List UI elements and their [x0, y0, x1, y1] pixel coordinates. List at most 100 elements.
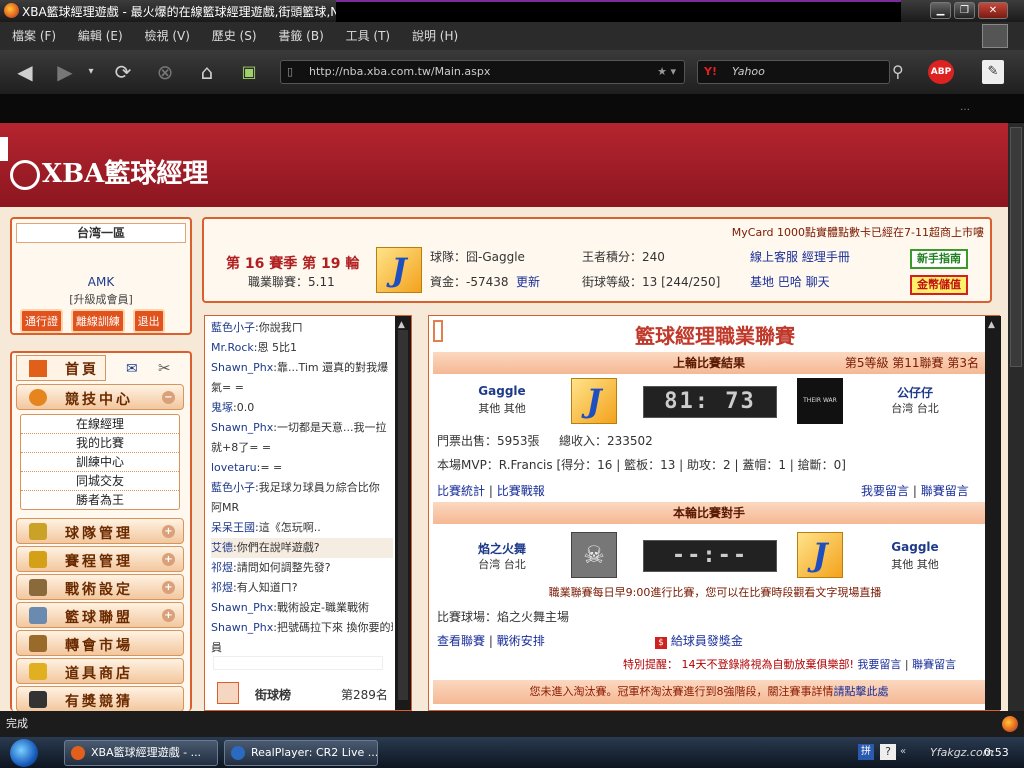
task-xba[interactable]: XBA籃球經理遊戲 - ... — [64, 740, 218, 766]
help-icon[interactable]: ? — [880, 744, 896, 760]
avatar[interactable] — [982, 24, 1008, 48]
chat-user[interactable]: Shawn_Phx — [211, 421, 273, 434]
back-icon[interactable]: ◀ — [10, 57, 40, 87]
tools-icon[interactable]: ✂ — [158, 359, 171, 377]
bookmarks-overflow-icon[interactable]: … — [960, 102, 970, 113]
expand-icon[interactable]: + — [162, 525, 175, 538]
site-logo[interactable]: XBA籃球經理 — [10, 153, 208, 190]
url-bar[interactable]: ▯ http://nba.xba.com.tw/Main.aspx ★ ▾ — [280, 60, 685, 84]
menu-shop[interactable]: 道具商店 — [16, 658, 184, 684]
close-button[interactable]: ✕ — [978, 2, 1008, 19]
page-scrollbar[interactable] — [1008, 123, 1024, 711]
warning-league-link[interactable]: 聯賽留言 — [912, 658, 956, 671]
menu-league[interactable]: 籃球聯盟 + — [16, 602, 184, 628]
home-team[interactable]: Gaggle — [465, 384, 539, 398]
scroll-up-icon[interactable]: ▲ — [398, 320, 405, 330]
chat-scrollbar[interactable]: ▲ — [395, 316, 411, 710]
minimize-button[interactable]: ▁ — [930, 2, 951, 19]
chat-user[interactable]: Shawn_Phx — [211, 601, 273, 614]
submenu-winner[interactable]: 勝者為王 — [21, 491, 179, 510]
reload-icon[interactable]: ⟳ — [108, 57, 138, 87]
chat-user[interactable]: Shawn_Phx — [211, 621, 273, 634]
expand-icon[interactable]: + — [162, 581, 175, 594]
bonus-link[interactable]: $ 給球員發獎金 — [655, 632, 743, 649]
stop-icon[interactable]: ⊗ — [150, 57, 180, 87]
menu-arena[interactable]: 競技中心 − — [16, 384, 184, 410]
submenu-friends[interactable]: 同城交友 — [21, 472, 179, 491]
chat-user[interactable]: Mr.Rock — [211, 341, 254, 354]
menu-team-manage[interactable]: 球隊管理 + — [16, 518, 184, 544]
notes-icon[interactable]: ✎ — [982, 60, 1004, 84]
community-links[interactable]: 基地 巴哈 聊天 — [750, 273, 830, 290]
start-button[interactable] — [0, 737, 56, 768]
offline-train-button[interactable]: 離線訓練 — [70, 309, 125, 333]
newbie-guide-button[interactable]: 新手指南 — [910, 249, 968, 269]
expand-icon[interactable]: + — [162, 609, 175, 622]
chat-user[interactable]: 藍色小子 — [211, 481, 255, 494]
search-input[interactable]: Y! Yahoo — [697, 60, 890, 84]
chat-input[interactable] — [213, 656, 383, 670]
menu-transfer[interactable]: 轉會市場 — [16, 630, 184, 656]
tactic-arrange-link[interactable]: 戰術安排 — [497, 634, 545, 648]
page-scroll-thumb[interactable] — [1010, 127, 1022, 367]
update-link[interactable]: 更新 — [516, 273, 540, 290]
gold-topup-button[interactable]: 金幣儲值 — [910, 275, 968, 295]
home-menu-item[interactable]: 首頁 — [16, 355, 106, 381]
home-icon[interactable]: ⌂ — [192, 57, 222, 87]
screenshot-icon[interactable]: ▣ — [234, 57, 264, 87]
menu-tactics[interactable]: 戰術設定 + — [16, 574, 184, 600]
knockout-detail-link[interactable]: 請點擊此處 — [834, 685, 889, 698]
chat-user[interactable]: Shawn_Phx — [211, 361, 273, 374]
title-redaction — [336, 0, 901, 22]
ime-icon[interactable]: 拼 — [858, 744, 874, 760]
menu-help[interactable]: 說明 (H) — [412, 22, 458, 50]
menu-tools[interactable]: 工具 (T) — [346, 22, 391, 50]
menu-edit[interactable]: 編輯 (E) — [78, 22, 123, 50]
stats-link[interactable]: 比賽統計 — [437, 484, 485, 498]
passport-button[interactable]: 通行證 — [20, 309, 63, 333]
history-dropdown-icon[interactable]: ▾ — [84, 57, 98, 87]
menu-bookmarks[interactable]: 書籤 (B) — [278, 22, 323, 50]
submenu-online-manager[interactable]: 在線經理 — [21, 415, 179, 434]
upgrade-member-link[interactable]: [升級成會員] — [12, 291, 190, 307]
warning-line: 特別提醒： 14天不登錄將視為自動放棄俱樂部! 我要留言 | 聯賽留言 — [623, 658, 957, 671]
menu-betting[interactable]: 有獎競猜 — [16, 686, 184, 711]
menu-view[interactable]: 檢視 (V) — [145, 22, 190, 50]
menu-history[interactable]: 歷史 (S) — [212, 22, 257, 50]
search-icon[interactable]: ⚲ — [892, 60, 912, 84]
menu-file[interactable]: 檔案 (F) — [12, 22, 56, 50]
chat-user[interactable]: 祁煜 — [211, 561, 233, 574]
forward-icon[interactable]: ▶ — [50, 57, 80, 87]
collapse-icon[interactable]: − — [162, 391, 175, 404]
warning-message-link[interactable]: 我要留言 — [857, 658, 901, 671]
service-links[interactable]: 線上客服 經理手冊 — [750, 248, 850, 265]
chat-user[interactable]: 艾德 — [211, 541, 233, 554]
away-team[interactable]: 公仔仔 — [875, 384, 955, 401]
logout-button[interactable]: 退出 — [132, 309, 165, 333]
tray-chevron-icon[interactable]: « — [900, 746, 906, 757]
next-away-team[interactable]: Gaggle — [875, 540, 955, 554]
chat-user[interactable]: 鬼塚 — [211, 401, 233, 414]
mail-icon[interactable]: ✉ — [126, 361, 138, 377]
next-home-team[interactable]: 焰之火舞 — [465, 540, 539, 557]
scroll-thumb[interactable] — [398, 330, 408, 700]
chat-user[interactable]: 藍色小子 — [211, 321, 255, 334]
submenu-my-games[interactable]: 我的比賽 — [21, 434, 179, 453]
league-scrollbar[interactable]: ▲ — [985, 316, 1001, 710]
expand-icon[interactable]: + — [162, 553, 175, 566]
task-realplayer[interactable]: RealPlayer: CR2 Live ... — [224, 740, 378, 766]
league-message-link[interactable]: 聯賽留言 — [921, 484, 969, 498]
adblock-icon[interactable]: ABP — [928, 60, 954, 84]
restore-button[interactable]: ❐ — [954, 2, 975, 19]
chat-user[interactable]: 祁煜 — [211, 581, 233, 594]
league-scroll-up-icon[interactable]: ▲ — [988, 320, 995, 330]
report-link[interactable]: 比賽戰報 — [497, 484, 545, 498]
submenu-training[interactable]: 訓練中心 — [21, 453, 179, 472]
menu-schedule[interactable]: 賽程管理 + — [16, 546, 184, 572]
chat-user[interactable]: lovetaru — [211, 461, 257, 474]
leave-message-link[interactable]: 我要留言 — [861, 484, 909, 498]
firefox-status-icon — [1002, 716, 1018, 732]
star-icon[interactable]: ★ ▾ — [657, 61, 676, 83]
view-league-link[interactable]: 查看聯賽 — [437, 634, 485, 648]
chat-user[interactable]: 呆呆王國 — [211, 521, 255, 534]
